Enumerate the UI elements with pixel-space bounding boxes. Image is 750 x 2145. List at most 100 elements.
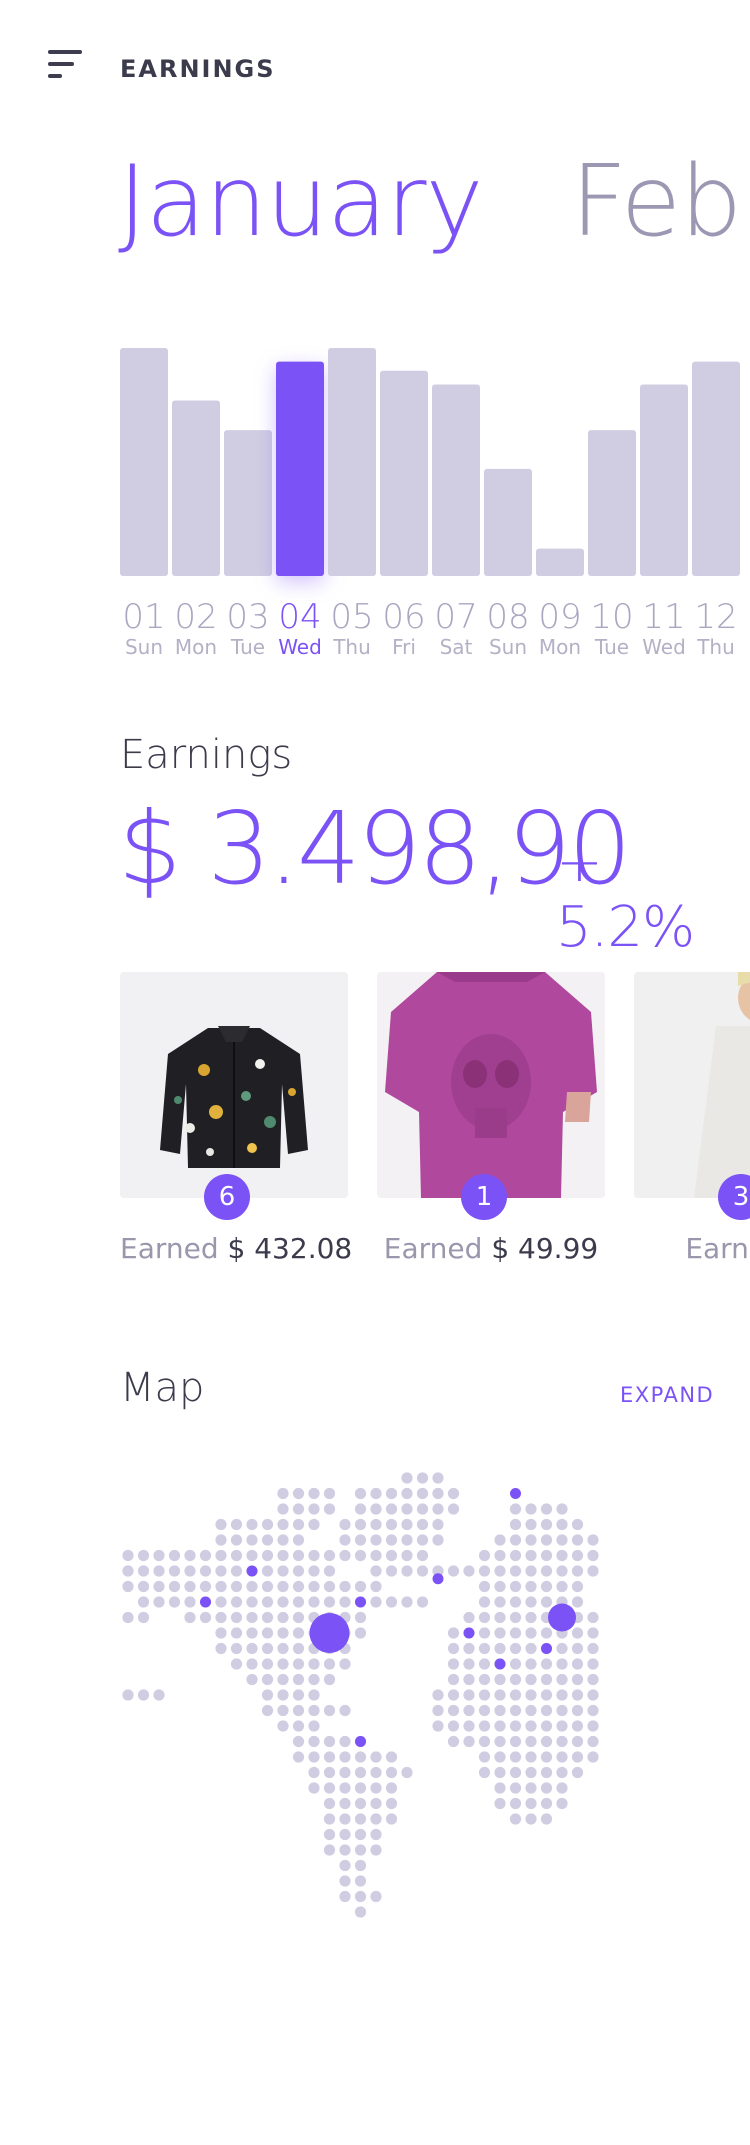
map-dot — [556, 1766, 568, 1779]
map-dot — [308, 1673, 320, 1686]
map-dot — [525, 1813, 537, 1825]
bar-day-06[interactable] — [380, 370, 428, 576]
bar-day-01[interactable] — [120, 348, 168, 576]
bar-day-08[interactable] — [484, 468, 532, 576]
map-dot — [277, 1534, 289, 1546]
month-january[interactable]: January — [118, 145, 484, 259]
bar-day-07[interactable] — [432, 384, 480, 576]
earnings-bar-chart: 01 Sun 02 Mon 03 Tue 04 Wed 05 Thu 06 Fri 07 Sat 08 Sun… — [120, 330, 750, 660]
day-number-label: 08 — [486, 597, 529, 637]
product-card-tshirt[interactable]: 1 Earned $ 49.99 — [377, 972, 605, 1265]
map-dot — [525, 1596, 537, 1608]
map-dot — [509, 1549, 522, 1562]
map-dot — [463, 1658, 475, 1670]
map-dot — [478, 1735, 491, 1748]
map-dot — [292, 1487, 305, 1500]
map-dot — [122, 1611, 134, 1624]
map-dot — [432, 1720, 444, 1732]
bar-day-04[interactable] — [276, 361, 324, 576]
map-dot — [385, 1487, 398, 1500]
map-dot — [494, 1782, 506, 1794]
map-dot — [432, 1689, 444, 1701]
map-dot — [261, 1642, 274, 1655]
map-dot — [215, 1611, 227, 1624]
map-dot — [416, 1596, 429, 1608]
map-dot — [571, 1580, 584, 1593]
map-dot — [308, 1518, 320, 1531]
map-dot — [540, 1766, 553, 1779]
map-location-marker — [355, 1596, 366, 1608]
weekday-label: Wed — [642, 635, 686, 659]
map-dot — [556, 1642, 568, 1655]
world-map-svg — [122, 1472, 599, 1918]
map-dot — [261, 1627, 274, 1639]
map-dot — [184, 1596, 196, 1608]
map-dot — [540, 1720, 553, 1732]
bar-day-05[interactable] — [328, 348, 376, 576]
map-dot — [277, 1627, 289, 1639]
map-dot — [292, 1689, 305, 1701]
map-dot — [308, 1689, 320, 1701]
map-location-marker — [200, 1596, 211, 1608]
earned-amount: $ 432.08 — [227, 1232, 353, 1265]
map-dot — [323, 1828, 336, 1841]
menu-icon[interactable] — [48, 50, 84, 80]
bar-day-12[interactable] — [692, 361, 740, 576]
map-dot — [509, 1689, 522, 1701]
map-dot — [556, 1549, 568, 1562]
map-dot — [308, 1596, 320, 1608]
map-dot — [215, 1596, 227, 1608]
map-dot — [261, 1658, 274, 1670]
map-location-marker — [510, 1488, 521, 1499]
map-dot — [246, 1673, 258, 1686]
map-dot — [494, 1534, 506, 1546]
map-dot — [587, 1658, 599, 1670]
map-dot — [540, 1735, 553, 1748]
map-dot — [432, 1487, 444, 1500]
map-dot — [246, 1596, 258, 1608]
map-dot — [401, 1534, 413, 1546]
map-dot — [308, 1487, 320, 1500]
earnings-screen: EARNINGS January Februar 01Sun02Mon03Tue… — [0, 0, 750, 2145]
map-dot — [509, 1720, 522, 1732]
map-dot — [540, 1751, 553, 1763]
map-dot — [494, 1549, 506, 1562]
map-dot — [277, 1503, 289, 1515]
bar-day-10[interactable] — [588, 430, 636, 576]
map-dot — [261, 1565, 274, 1577]
map-dot — [447, 1735, 460, 1748]
bar-day-11[interactable] — [640, 384, 688, 576]
map-dot — [556, 1503, 568, 1515]
bar-day-09[interactable] — [536, 548, 584, 576]
map-dot — [292, 1565, 305, 1577]
map-dot — [432, 1503, 444, 1515]
map-dot — [525, 1797, 537, 1810]
month-february[interactable]: Februar — [571, 145, 750, 259]
map-dot — [339, 1766, 351, 1779]
map-dot — [478, 1596, 491, 1608]
map-dot — [354, 1580, 367, 1593]
map-dot — [323, 1487, 336, 1500]
earned-label: Earned — [383, 1232, 483, 1265]
map-dot — [432, 1704, 444, 1717]
map-dot — [277, 1673, 289, 1686]
map-dot — [370, 1890, 382, 1903]
map-location-marker — [246, 1565, 258, 1577]
product-card-coat[interactable]: 3 Earned $ — [634, 972, 750, 1265]
product-card-jacket[interactable]: 6 Earned $ 432.08 — [120, 972, 352, 1265]
map-dot — [137, 1596, 150, 1608]
bar-day-02[interactable] — [172, 400, 220, 576]
map-dot — [261, 1534, 274, 1546]
map-dot — [184, 1611, 196, 1624]
day-number-label: 07 — [434, 597, 477, 637]
bar-day-03[interactable] — [224, 430, 272, 576]
map-dot — [323, 1673, 336, 1686]
expand-button[interactable]: EXPAND — [620, 1383, 714, 1407]
map-dot — [509, 1797, 522, 1810]
map-dot — [571, 1518, 584, 1531]
product-earned: Earned $ 432.08 — [120, 1232, 352, 1265]
earnings-label: Earnings — [120, 732, 293, 778]
map-dot — [478, 1704, 491, 1717]
map-dot — [494, 1565, 506, 1577]
map-dot — [540, 1813, 553, 1825]
